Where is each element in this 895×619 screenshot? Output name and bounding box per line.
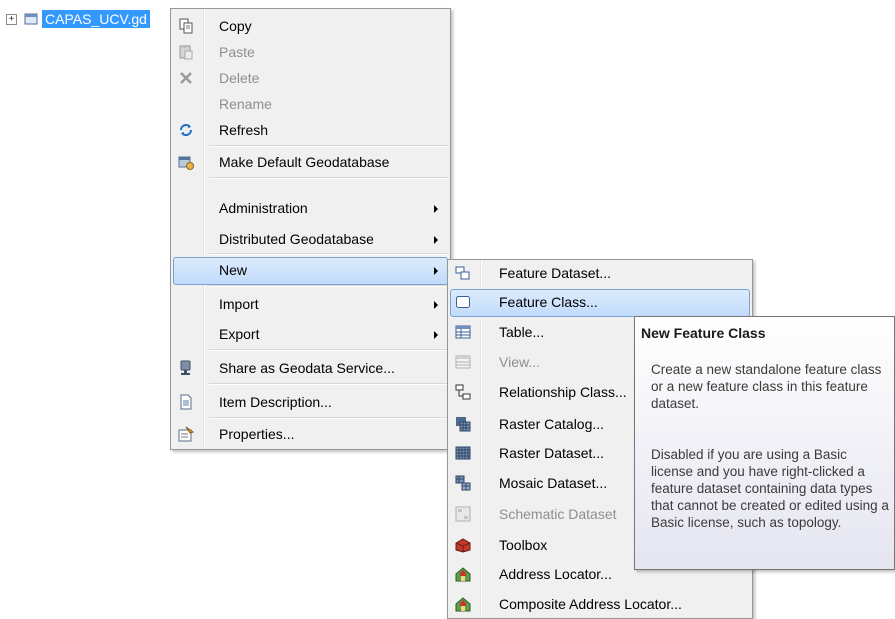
menu-item-label: Paste xyxy=(219,44,255,60)
catalog-tree-node[interactable]: + CAPAS_UCV.gd xyxy=(6,8,150,30)
geodatabase-icon xyxy=(24,13,38,25)
menu-item-label: Toolbox xyxy=(499,537,548,553)
menu-separator xyxy=(209,177,448,179)
menu-item-delete[interactable]: Delete xyxy=(173,65,448,91)
menu-item-label: Composite Address Locator... xyxy=(499,596,682,612)
menu-item-label: Administration xyxy=(219,200,308,216)
menu-item-label: Delete xyxy=(219,70,260,86)
menu-item-label: Raster Catalog... xyxy=(499,416,605,432)
menu-item-label: Schematic Dataset xyxy=(499,506,617,522)
menu-item-rename[interactable]: Rename xyxy=(173,91,448,117)
menu-item-label: Properties... xyxy=(219,426,295,442)
menu-item-label: Distributed Geodatabase xyxy=(219,231,374,247)
properties-icon xyxy=(177,425,195,443)
delete-icon xyxy=(177,69,195,87)
menu-item-export[interactable]: Export xyxy=(173,321,448,347)
menu-item-label: Address Locator... xyxy=(499,566,612,582)
copy-icon xyxy=(177,17,195,35)
menu-item-label: Raster Dataset... xyxy=(499,445,605,461)
menu-item-paste[interactable]: Paste xyxy=(173,39,448,65)
menu-item-label: Rename xyxy=(219,96,272,112)
view-icon xyxy=(454,353,472,371)
menu-item-properties[interactable]: Properties... xyxy=(173,421,448,447)
table-icon xyxy=(454,323,472,341)
schematic-dataset-icon xyxy=(454,505,472,523)
submenu-arrow-icon xyxy=(434,301,438,309)
feature-dataset-icon xyxy=(454,264,472,282)
menu-item-label: Feature Class... xyxy=(499,294,598,310)
make-default-geodatabase-icon xyxy=(177,153,195,171)
menu-separator xyxy=(209,253,448,255)
tooltip-license-note: Disabled if you are using a Basic licens… xyxy=(651,447,889,530)
menu-item-make-default-geodatabase[interactable]: Make Default Geodatabase xyxy=(173,149,448,175)
menu-item-refresh[interactable]: Refresh xyxy=(173,117,448,143)
refresh-icon xyxy=(177,121,195,139)
menu-separator xyxy=(209,383,448,385)
menu-item-label: Feature Dataset... xyxy=(499,265,612,281)
menu-item-label: New xyxy=(219,262,248,278)
menu-item-label: View... xyxy=(499,354,540,370)
paste-icon xyxy=(177,43,195,61)
menu-item-label: Share as Geodata Service... xyxy=(219,360,395,376)
menu-item-label: Import xyxy=(219,296,259,312)
menu-separator xyxy=(209,145,448,147)
raster-catalog-icon xyxy=(454,415,472,433)
submenu-item-feature-dataset[interactable]: Feature Dataset... xyxy=(450,260,750,286)
menu-item-administration[interactable]: Administration xyxy=(173,195,448,221)
geodatabase-node-label[interactable]: CAPAS_UCV.gd xyxy=(42,10,150,28)
menu-item-distributed-geodatabase[interactable]: Distributed Geodatabase xyxy=(173,226,448,252)
submenu-item-feature-class[interactable]: Feature Class... xyxy=(450,289,750,317)
address-locator-icon xyxy=(454,565,472,583)
menu-item-label: Make Default Geodatabase xyxy=(219,154,390,170)
menu-item-label: Copy xyxy=(219,18,252,34)
menu-item-label: Mosaic Dataset... xyxy=(499,475,608,491)
submenu-arrow-icon xyxy=(434,267,438,275)
menu-item-item-description[interactable]: Item Description... xyxy=(173,389,448,415)
menu-item-import[interactable]: Import xyxy=(173,291,448,317)
menu-separator xyxy=(209,285,448,287)
item-description-icon xyxy=(177,393,195,411)
submenu-arrow-icon xyxy=(434,205,438,213)
menu-item-label: Table... xyxy=(499,324,545,340)
menu-item-label: Refresh xyxy=(219,122,269,138)
tooltip-title: New Feature Class xyxy=(641,325,766,341)
submenu-item-composite-address-locator[interactable]: Composite Address Locator... xyxy=(450,591,750,617)
menu-item-label: Item Description... xyxy=(219,394,332,410)
submenu-arrow-icon xyxy=(434,236,438,244)
tooltip: New Feature Class Create a new standalon… xyxy=(634,316,895,570)
toolbox-icon xyxy=(454,536,472,554)
menu-separator xyxy=(209,417,448,419)
tooltip-description: Create a new standalone feature class or… xyxy=(651,362,882,411)
menu-item-new[interactable]: New xyxy=(173,257,448,285)
relationship-class-icon xyxy=(454,383,472,401)
share-service-icon xyxy=(177,359,195,377)
raster-dataset-icon xyxy=(454,444,472,462)
context-menu: Copy Paste Delete Rename Refresh Make De… xyxy=(170,8,451,450)
mosaic-dataset-icon xyxy=(454,474,472,492)
menu-item-label: Relationship Class... xyxy=(499,384,627,400)
feature-class-icon xyxy=(454,293,472,311)
menu-item-copy[interactable]: Copy xyxy=(173,13,448,39)
menu-item-label: Export xyxy=(219,326,260,342)
expand-icon[interactable]: + xyxy=(6,13,17,25)
menu-separator xyxy=(209,349,448,351)
composite-address-locator-icon xyxy=(454,595,472,613)
submenu-arrow-icon xyxy=(434,331,438,339)
menu-item-share-as-geodata-service[interactable]: Share as Geodata Service... xyxy=(173,355,448,381)
